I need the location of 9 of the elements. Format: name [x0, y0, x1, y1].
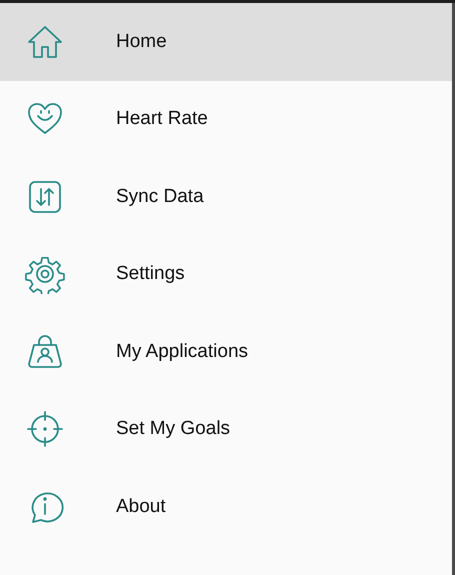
menu-item[interactable]: Sync Data	[0, 158, 452, 236]
menu-item[interactable]: Set My Goals	[0, 390, 452, 468]
crosshair-icon	[25, 409, 65, 450]
menu-item[interactable]: Heart Rate	[0, 80, 452, 158]
settings-icon	[25, 254, 65, 294]
menu-item[interactable]: Home	[0, 3, 452, 80]
menu-item[interactable]: About	[0, 468, 452, 546]
menu-item[interactable]: Settings	[0, 236, 452, 313]
menu-item[interactable]: My Applications	[0, 313, 452, 390]
